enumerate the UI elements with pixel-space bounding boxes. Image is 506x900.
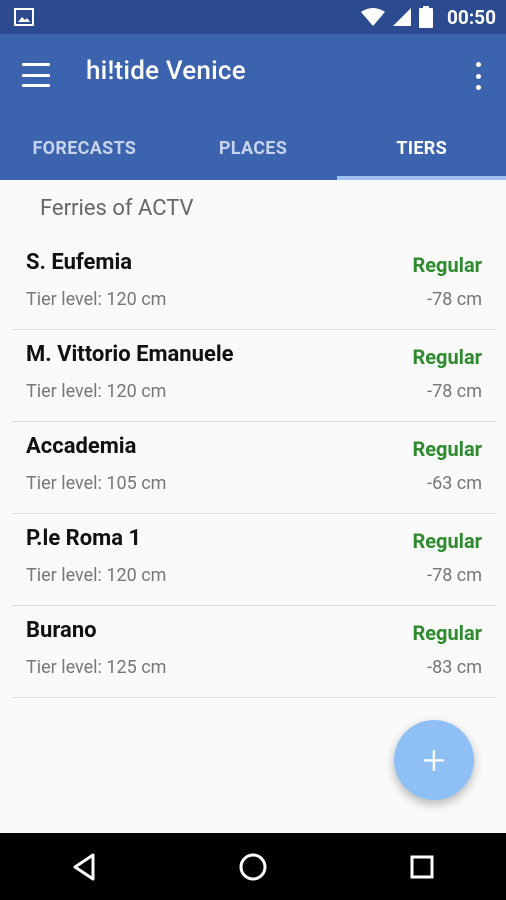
tier-level: Tier level: 120 cm [26,381,167,402]
status-badge: Regular [412,345,482,369]
recents-icon[interactable] [392,837,452,897]
list-item[interactable]: Accademia Regular Tier level: 105 cm -63… [12,422,496,514]
wifi-icon [361,8,386,26]
status-badge: Regular [412,621,482,645]
level-difference: -78 cm [427,381,482,402]
status-time: 00:50 [447,5,496,29]
level-difference: -63 cm [427,473,482,494]
level-difference: -83 cm [427,657,482,678]
tab-forecasts[interactable]: FORECASTS [0,116,169,180]
item-name: Accademia [26,434,137,459]
list-item[interactable]: M. Vittorio Emanuele Regular Tier level:… [12,330,496,422]
section-title: Ferries of ACTV [40,196,194,221]
hamburger-menu-icon[interactable] [22,60,58,90]
cell-signal-icon [393,8,412,26]
tier-list: S. Eufemia Regular Tier level: 120 cm -7… [12,238,496,698]
tier-level: Tier level: 120 cm [26,565,167,586]
status-badge: Regular [412,437,482,461]
item-name: Burano [26,618,97,643]
more-vertical-icon[interactable] [470,60,486,92]
image-icon [14,8,34,26]
home-icon[interactable] [223,837,283,897]
status-icons: 00:50 [361,0,496,34]
list-item[interactable]: Burano Regular Tier level: 125 cm -83 cm [12,606,496,698]
status-badge: Regular [412,529,482,553]
tab-bar: FORECASTS PLACES TIERS [0,116,506,180]
plus-icon: + [422,736,446,784]
item-name: P.le Roma 1 [26,526,142,551]
add-button[interactable]: + [394,720,474,800]
battery-icon [419,6,434,28]
list-item[interactable]: S. Eufemia Regular Tier level: 120 cm -7… [12,238,496,330]
app-title: hi!tide Venice [86,56,246,86]
app-bar: hi!tide Venice [0,34,506,116]
tier-level: Tier level: 125 cm [26,657,167,678]
tier-level: Tier level: 105 cm [26,473,167,494]
back-icon[interactable] [54,837,114,897]
status-badge: Regular [412,253,482,277]
system-nav-bar [0,833,506,900]
level-difference: -78 cm [427,289,482,310]
tab-tiers[interactable]: TIERS [337,116,506,180]
tier-level: Tier level: 120 cm [26,289,167,310]
tab-places[interactable]: PLACES [169,116,338,180]
item-name: S. Eufemia [26,250,133,275]
status-bar: 00:50 [0,0,506,34]
list-item[interactable]: P.le Roma 1 Regular Tier level: 120 cm -… [12,514,496,606]
level-difference: -78 cm [427,565,482,586]
item-name: M. Vittorio Emanuele [26,342,234,367]
